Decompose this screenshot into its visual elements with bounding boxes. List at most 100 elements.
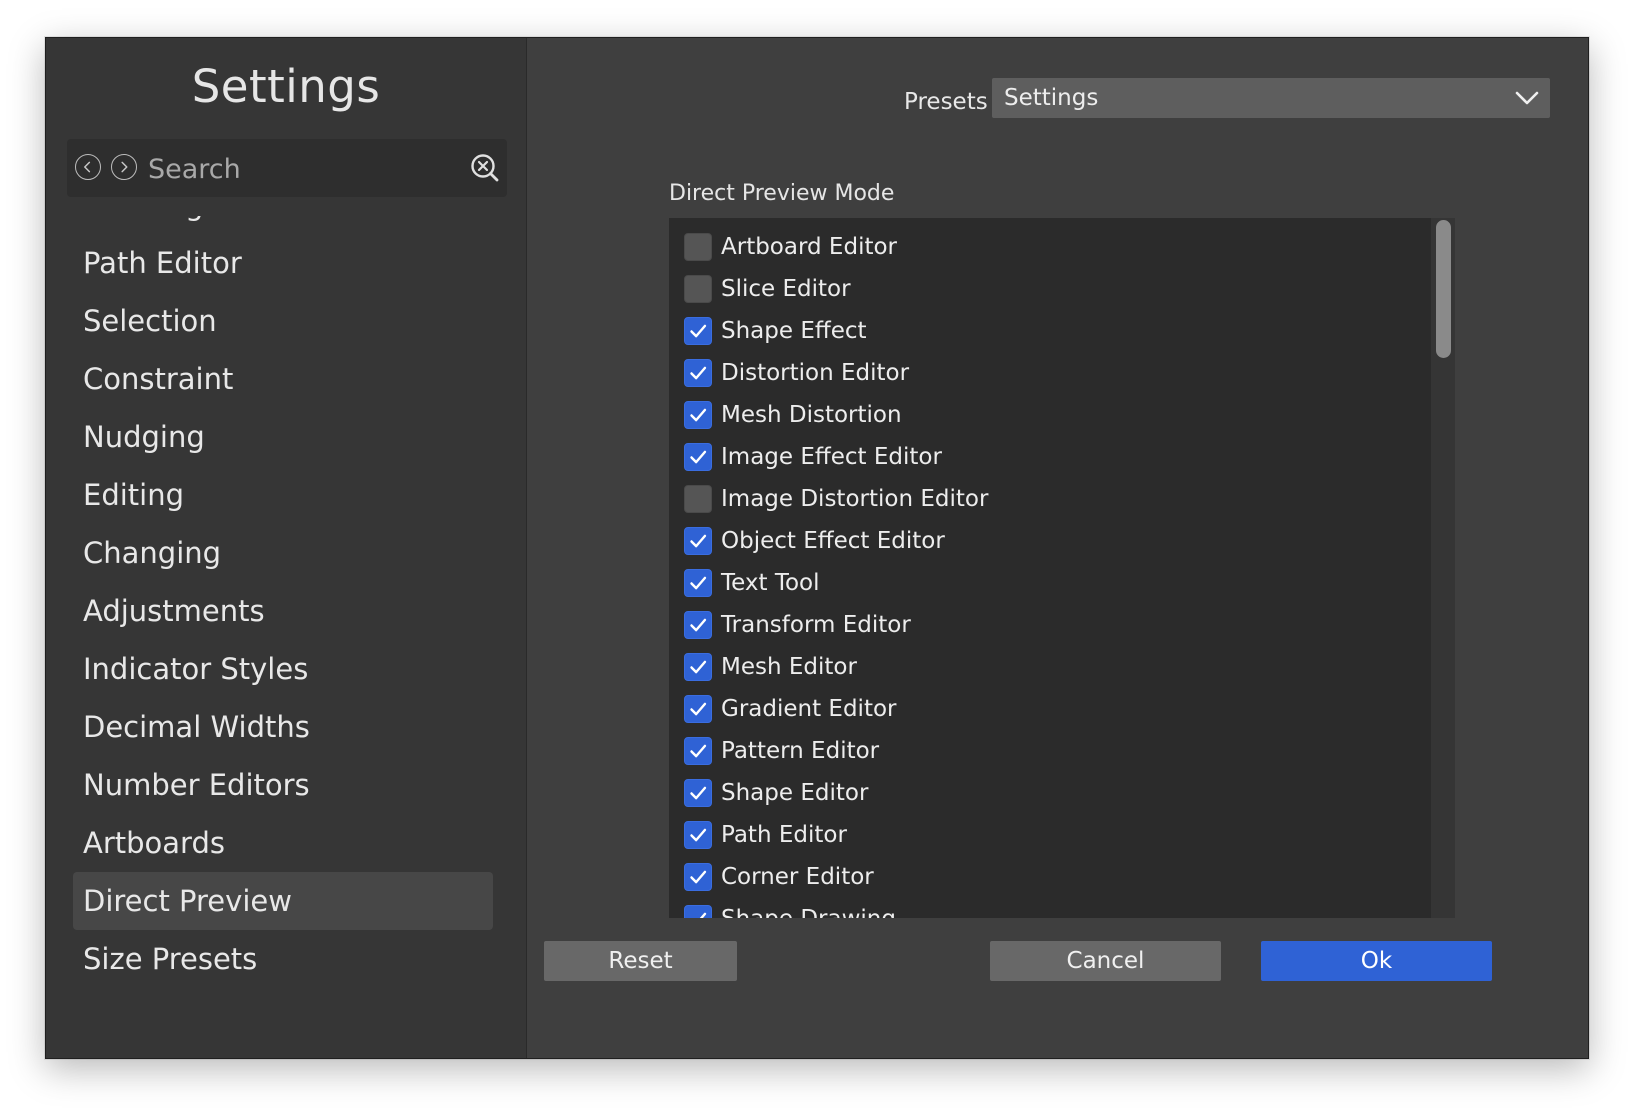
checkmark-icon: [690, 534, 707, 548]
settings-window: Settings DrawingPat: [45, 37, 1589, 1059]
checkbox-label: Shape Editor: [721, 780, 869, 806]
checkbox-label: Corner Editor: [721, 864, 874, 890]
checkbox-label: Object Effect Editor: [721, 528, 945, 554]
checkbox-label: Pattern Editor: [721, 738, 880, 764]
chevron-down-icon: [1515, 91, 1539, 105]
sidebar-item[interactable]: Artboards: [73, 814, 493, 872]
checkbox-row[interactable]: Text Tool: [669, 562, 1429, 604]
checkbox-label: Shape Drawing: [721, 898, 896, 918]
checkbox-label: Text Tool: [721, 570, 820, 596]
scrollbar-track[interactable]: [1430, 218, 1455, 918]
presets-dropdown[interactable]: Settings: [992, 78, 1550, 118]
checkbox-label: Path Editor: [721, 822, 847, 848]
checkbox-checked[interactable]: [684, 905, 712, 918]
checkbox-row[interactable]: Shape Effect: [669, 310, 1429, 352]
checkbox-checked[interactable]: [684, 695, 712, 723]
scrollbar-thumb[interactable]: [1436, 220, 1451, 358]
checkmark-icon: [690, 702, 707, 716]
checkbox-row[interactable]: Image Effect Editor: [669, 436, 1429, 478]
checkbox-checked[interactable]: [684, 527, 712, 555]
checkbox-row[interactable]: Mesh Editor: [669, 646, 1429, 688]
sidebar-item[interactable]: Path Editor: [73, 234, 493, 292]
checkbox-row[interactable]: Corner Editor: [669, 856, 1429, 898]
checkbox-row[interactable]: Shape Drawing: [669, 898, 1429, 918]
checkmark-icon: [690, 408, 707, 422]
checkbox-label: Image Distortion Editor: [721, 486, 989, 512]
checkbox-label: Mesh Distortion: [721, 402, 902, 428]
direct-preview-list: Artboard Editor Slice Editor Shape Effect D…: [669, 218, 1455, 918]
sidebar-item[interactable]: Number Editors: [73, 756, 493, 814]
sidebar-item[interactable]: Selection: [73, 292, 493, 350]
checkbox-label: Gradient Editor: [721, 696, 897, 722]
sidebar-item[interactable]: Editing: [73, 466, 493, 524]
checkbox-row[interactable]: Object Effect Editor: [669, 520, 1429, 562]
sidebar-item[interactable]: Nudging: [73, 408, 493, 466]
checkbox-unchecked[interactable]: [684, 233, 712, 261]
section-label: Direct Preview Mode: [669, 181, 895, 206]
checkbox-label: Transform Editor: [721, 612, 911, 638]
checkmark-icon: [690, 786, 707, 800]
checkbox-label: Image Effect Editor: [721, 444, 942, 470]
sidebar: Settings DrawingPat: [46, 38, 527, 1058]
checkmark-icon: [690, 870, 707, 884]
presets-value: Settings: [1004, 85, 1099, 111]
checkbox-row[interactable]: Slice Editor: [669, 268, 1429, 310]
checkbox-row[interactable]: Gradient Editor: [669, 688, 1429, 730]
checkbox-unchecked[interactable]: [684, 485, 712, 513]
checkbox-row[interactable]: Pattern Editor: [669, 730, 1429, 772]
checkbox-row[interactable]: Distortion Editor: [669, 352, 1429, 394]
checkmark-icon: [690, 366, 707, 380]
checkmark-icon: [690, 744, 707, 758]
chevron-right-icon: [121, 161, 128, 173]
checkbox-checked[interactable]: [684, 611, 712, 639]
checkbox-row[interactable]: Path Editor: [669, 814, 1429, 856]
sidebar-item[interactable]: Size Presets: [73, 930, 493, 988]
checkbox-checked[interactable]: [684, 317, 712, 345]
checkbox-row[interactable]: Transform Editor: [669, 604, 1429, 646]
search-box: [67, 139, 507, 197]
checkbox-row[interactable]: Artboard Editor: [669, 226, 1429, 268]
checkmark-icon: [690, 324, 707, 338]
sidebar-item[interactable]: Changing: [73, 524, 493, 582]
reset-button[interactable]: Reset: [544, 941, 737, 981]
sidebar-item[interactable]: Decimal Widths: [73, 698, 493, 756]
forward-button[interactable]: [111, 154, 137, 180]
checkbox-checked[interactable]: [684, 821, 712, 849]
checkmark-icon: [690, 576, 707, 590]
search-input[interactable]: [146, 147, 450, 191]
chevron-left-icon: [84, 161, 91, 173]
checkbox-row[interactable]: Image Distortion Editor: [669, 478, 1429, 520]
sidebar-item[interactable]: Adjustments: [73, 582, 493, 640]
sidebar-title: Settings: [191, 60, 381, 113]
checkbox-label: Slice Editor: [721, 276, 851, 302]
checkbox-checked[interactable]: [684, 443, 712, 471]
checkbox-checked[interactable]: [684, 779, 712, 807]
checkbox-label: Distortion Editor: [721, 360, 910, 386]
checkmark-icon: [690, 660, 707, 674]
sidebar-item[interactable]: Constraint: [73, 350, 493, 408]
search-clear-icon: [471, 154, 499, 182]
checkbox-checked[interactable]: [684, 737, 712, 765]
checkmark-icon: [690, 618, 707, 632]
sidebar-item[interactable]: Direct Preview: [73, 872, 493, 930]
checkbox-label: Mesh Editor: [721, 654, 857, 680]
checkbox-checked[interactable]: [684, 401, 712, 429]
checkbox-unchecked[interactable]: [684, 275, 712, 303]
checkbox-checked[interactable]: [684, 569, 712, 597]
checkbox-label: Artboard Editor: [721, 234, 898, 260]
presets-label: Presets: [904, 89, 988, 115]
checkbox-checked[interactable]: [684, 359, 712, 387]
settings-category-list: DrawingPath EditorSelectionConstraintNud…: [46, 216, 526, 1058]
back-button[interactable]: [75, 154, 101, 180]
checkmark-icon: [690, 828, 707, 842]
checkbox-checked[interactable]: [684, 653, 712, 681]
checkbox-row[interactable]: Shape Editor: [669, 772, 1429, 814]
checkbox-row[interactable]: Mesh Distortion: [669, 394, 1429, 436]
sidebar-item[interactable]: Indicator Styles: [73, 640, 493, 698]
sidebar-item[interactable]: Drawing: [73, 216, 493, 234]
checkmark-icon: [699, 912, 707, 918]
checkbox-checked[interactable]: [684, 863, 712, 891]
search-clear-button[interactable]: [469, 152, 501, 184]
ok-button[interactable]: Ok: [1261, 941, 1492, 981]
cancel-button[interactable]: Cancel: [990, 941, 1221, 981]
